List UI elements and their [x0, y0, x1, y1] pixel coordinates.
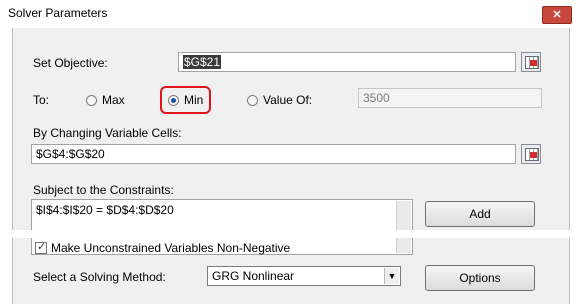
solving-method-label: Select a Solving Method:	[33, 270, 166, 284]
value-of-radio-label: Value Of:	[263, 93, 313, 107]
solving-method-value: GRG Nonlinear	[212, 269, 295, 283]
constraint-item[interactable]: $I$4:$I$20 = $D$4:$D$20	[36, 203, 408, 217]
solving-method-select[interactable]: GRG Nonlinear ▼	[207, 266, 401, 286]
frame-left	[0, 28, 12, 304]
constraints-label: Subject to the Constraints:	[33, 183, 174, 197]
objective-range-selector-icon[interactable]	[521, 52, 541, 72]
set-objective-label: Set Objective:	[33, 56, 108, 70]
constraints-scrollbar[interactable]	[396, 201, 411, 253]
options-button[interactable]: Options	[425, 265, 535, 291]
nonnegative-checkbox[interactable]	[35, 240, 47, 254]
solver-dialog: Solver Parameters ✕ Set Objective: $G$21…	[0, 0, 578, 304]
close-button[interactable]: ✕	[542, 6, 572, 24]
changing-cells-range-selector-icon[interactable]	[521, 144, 541, 164]
min-radio-label: Min	[184, 93, 204, 107]
title-bar: Solver Parameters ✕	[0, 0, 578, 29]
objective-input[interactable]: $G$21	[178, 52, 516, 72]
dialog-title: Solver Parameters	[8, 6, 108, 20]
nonnegative-label: Make Unconstrained Variables Non-Negativ…	[51, 241, 291, 255]
value-of-radio[interactable]	[247, 95, 258, 106]
dialog-content: Set Objective: $G$21 To: Max Min Value O…	[12, 28, 570, 304]
screenshot-crop-band	[0, 230, 578, 238]
min-radio[interactable]	[168, 95, 179, 106]
to-label: To:	[33, 93, 50, 107]
max-radio-label: Max	[102, 93, 125, 107]
max-radio[interactable]	[86, 95, 97, 106]
options-button-label: Options	[459, 271, 501, 285]
changing-cells-input[interactable]: $G$4:$G$20	[31, 144, 516, 164]
add-button-label: Add	[469, 207, 491, 221]
add-constraint-button[interactable]: Add	[425, 201, 535, 227]
value-of-input[interactable]: 3500	[358, 88, 542, 108]
changing-cells-label: By Changing Variable Cells:	[33, 126, 182, 140]
objective-value: $G$21	[183, 55, 222, 69]
chevron-down-icon[interactable]: ▼	[384, 268, 399, 284]
